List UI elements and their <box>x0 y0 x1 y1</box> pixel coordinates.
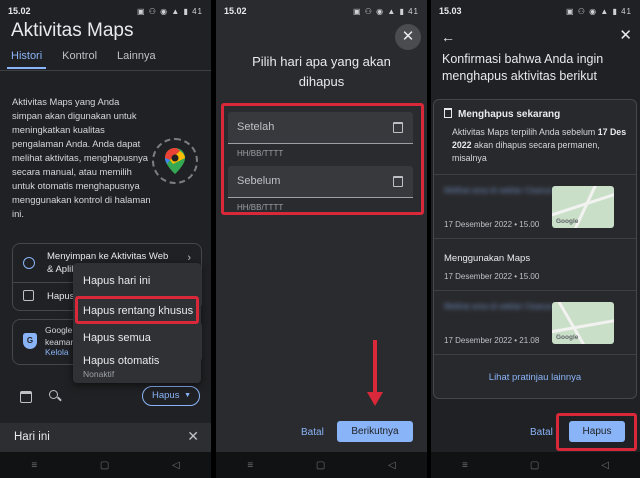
menu-item-auto-delete[interactable]: Hapus otomatis <box>83 355 159 367</box>
auto-delete-status: Nonaktif <box>83 369 115 379</box>
status-time: 15.02 <box>224 6 247 16</box>
map-thumbnail: Google <box>552 302 614 344</box>
tab-bar: Histori Kontrol Lainnya <box>6 50 156 69</box>
blurred-activity-title: Melihat area di sekitar Cisarua <box>444 186 553 195</box>
system-nav-bar: ≡ ▢ ◁ <box>216 452 427 478</box>
history-toolbar: Hapus ▼ <box>0 380 211 410</box>
google-logo: Google <box>556 334 579 341</box>
history-delete-icon <box>23 290 34 301</box>
status-icons: ▣ ⚇ ◉ ▲ ▮ 41 <box>565 6 632 16</box>
screen-maps-activity: 15.02 ▣ ⚇ ◉ ▲ ▮ 41 Aktivitas Maps Histor… <box>0 0 211 478</box>
highlight-box <box>556 413 637 451</box>
arrow-indicator <box>373 340 377 396</box>
confirm-title: Konfirmasi bahwa Anda ingin menghapus ak… <box>442 52 604 83</box>
tab-divider <box>0 70 211 71</box>
privacy-line-1: Google <box>45 325 73 335</box>
map-thumbnail: Google <box>552 186 614 228</box>
trash-icon <box>444 108 452 118</box>
page-title: Aktivitas Maps <box>11 20 134 41</box>
delete-now-label: Menghapus sekarang <box>458 109 561 120</box>
check-circle-icon <box>23 257 35 269</box>
delete-description: Aktivitas Maps terpilih Anda sebelum 17 … <box>452 126 632 165</box>
tab-histori[interactable]: Histori <box>6 50 47 69</box>
dialog-title: Pilih hari apa yang akan dihapus <box>252 54 391 89</box>
today-section: Hari ini ✕ <box>0 423 211 452</box>
menu-item-delete-today[interactable]: Hapus hari ini <box>83 275 150 287</box>
status-bar: 15.02 ▣ ⚇ ◉ ▲ ▮ 41 <box>0 0 211 22</box>
body-suffix: akan dihapus secara permanen, misalnya <box>452 140 600 163</box>
back-nav-icon[interactable]: ◁ <box>601 460 609 471</box>
status-bar: 15.03 ▣ ⚇ ◉ ▲ ▮ 41 <box>431 0 640 22</box>
cancel-button[interactable]: Batal <box>530 427 553 438</box>
highlight-box <box>75 296 199 324</box>
activity-date: 17 Desember 2022 • 15.00 <box>444 272 540 281</box>
delete-button-label: Hapus <box>152 390 180 401</box>
status-icons: ▣ ⚇ ◉ ▲ ▮ 41 <box>352 6 419 16</box>
close-icon[interactable]: ✕ <box>395 24 421 50</box>
arrow-head <box>367 392 383 406</box>
activity-date: 17 Desember 2022 • 15.00 <box>444 220 540 229</box>
maps-history-icon <box>152 138 198 184</box>
activity-title: Menggunakan Maps <box>444 253 531 264</box>
shield-icon: G <box>23 333 37 349</box>
description-text: Aktivitas Maps yang Anda simpan akan dig… <box>12 96 151 219</box>
tab-lainnya[interactable]: Lainnya <box>117 50 156 62</box>
status-time: 15.03 <box>439 6 462 16</box>
screen-confirm-delete: 15.03 ▣ ⚇ ◉ ▲ ▮ 41 ← ✕ Konfirmasi bahwa … <box>431 0 640 478</box>
google-logo: Google <box>556 218 579 225</box>
next-button[interactable]: Berikutnya <box>337 421 413 442</box>
close-icon[interactable]: ✕ <box>619 26 632 44</box>
divider <box>434 174 636 175</box>
close-icon[interactable]: ✕ <box>187 428 199 445</box>
confirm-card: Menghapus sekarang Aktivitas Maps terpil… <box>433 99 637 399</box>
chevron-down-icon: ▼ <box>184 392 191 399</box>
maps-pin-icon <box>165 148 185 174</box>
privacy-text: Google keaman <box>45 324 75 348</box>
home-nav-icon[interactable]: ▢ <box>316 460 325 471</box>
home-nav-icon[interactable]: ▢ <box>100 460 109 471</box>
map-road <box>552 317 614 334</box>
status-time: 15.02 <box>8 6 31 16</box>
menu-nav-icon[interactable]: ≡ <box>31 460 37 471</box>
back-arrow-icon[interactable]: ← <box>441 29 455 45</box>
setting-line-1: Menyimpan ke Aktivitas Web <box>47 251 169 262</box>
cancel-button[interactable]: Batal <box>301 427 324 438</box>
screen-pick-range: 15.02 ▣ ⚇ ◉ ▲ ▮ 41 ✕ Pilih hari apa yang… <box>216 0 427 478</box>
setting-auto-delete: Hapus <box>47 291 75 302</box>
tab-kontrol[interactable]: Kontrol <box>62 50 97 62</box>
delete-now-heading: Menghapus sekarang <box>444 108 560 120</box>
highlight-box <box>221 103 424 215</box>
blurred-activity-title: Melihat area di sekitar Cisarua <box>444 302 553 311</box>
status-icons: ▣ ⚇ ◉ ▲ ▮ 41 <box>136 6 203 16</box>
divider <box>434 238 636 239</box>
divider <box>434 354 636 355</box>
divider <box>434 290 636 291</box>
menu-nav-icon[interactable]: ≡ <box>247 460 253 471</box>
home-nav-icon[interactable]: ▢ <box>530 460 539 471</box>
back-nav-icon[interactable]: ◁ <box>388 460 396 471</box>
search-icon[interactable] <box>49 390 58 399</box>
calendar-icon[interactable] <box>20 391 32 403</box>
system-nav-bar: ≡ ▢ ◁ <box>0 452 211 478</box>
system-nav-bar: ≡ ▢ ◁ <box>431 452 640 478</box>
body-prefix: Aktivitas Maps terpilih Anda sebelum <box>452 127 596 137</box>
manage-link[interactable]: Kelola <box>45 347 69 357</box>
activity-date: 17 Desember 2022 • 21.08 <box>444 336 540 345</box>
status-bar: 15.02 ▣ ⚇ ◉ ▲ ▮ 41 <box>216 0 427 22</box>
delete-dropdown-button[interactable]: Hapus ▼ <box>142 386 200 406</box>
menu-nav-icon[interactable]: ≡ <box>462 460 468 471</box>
see-more-preview-link[interactable]: Lihat pratinjau lainnya <box>434 372 636 383</box>
back-nav-icon[interactable]: ◁ <box>172 460 180 471</box>
menu-item-delete-all[interactable]: Hapus semua <box>83 332 151 344</box>
today-label: Hari ini <box>14 431 50 443</box>
